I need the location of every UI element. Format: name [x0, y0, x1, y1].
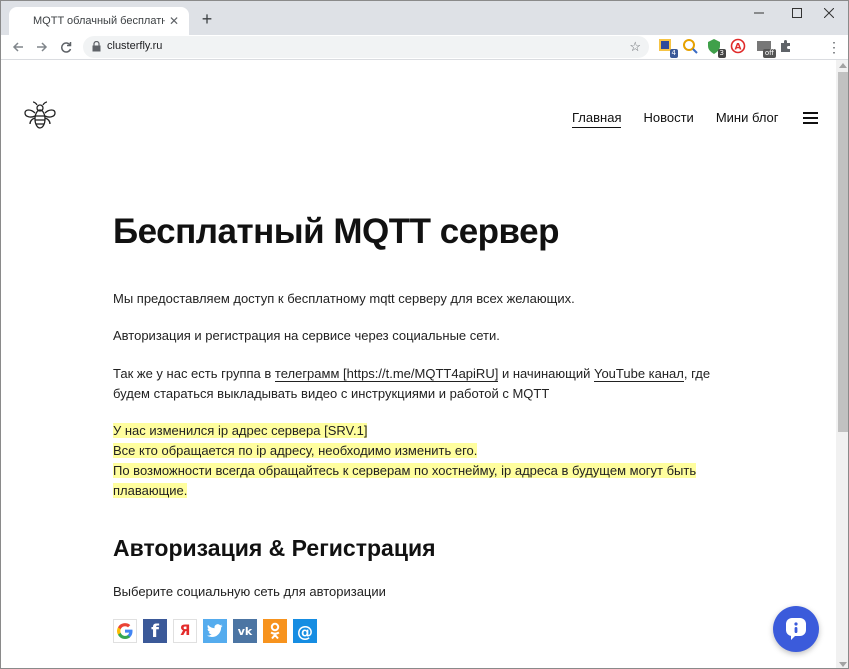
back-arrow-icon	[12, 42, 23, 52]
forward-button[interactable]	[32, 37, 52, 57]
close-window-button[interactable]	[815, 3, 843, 23]
vertical-scrollbar[interactable]	[836, 60, 848, 668]
facebook-icon: f	[151, 620, 159, 642]
extension-3-icon[interactable]: 3	[706, 38, 726, 58]
mail-at-icon: @	[297, 621, 313, 641]
forward-arrow-icon	[37, 42, 48, 52]
tab-title: MQTT облачный бесплатный се	[33, 15, 165, 27]
extension-5-icon[interactable]: off	[756, 38, 776, 58]
tab-close-icon[interactable]: ✕	[167, 14, 181, 28]
extension-3-badge: 3	[717, 49, 726, 58]
vk-login-button[interactable]: vk	[233, 619, 257, 643]
chat-widget-button[interactable]	[773, 606, 819, 652]
address-bar[interactable]: clusterfly.ru ☆	[83, 36, 649, 58]
hamburger-menu-icon[interactable]	[803, 112, 818, 124]
youtube-link[interactable]: YouTube канал	[593, 366, 684, 382]
auth-paragraph: Авторизация и регистрация на сервисе чер…	[113, 328, 500, 343]
minimize-button[interactable]	[745, 3, 773, 23]
notice-line-2: Все кто обращается по ip адресу, необход…	[113, 443, 478, 458]
extension-2-icon[interactable]	[682, 38, 699, 55]
odnoklassniki-icon	[270, 622, 280, 640]
twitter-bird-icon	[207, 624, 223, 638]
back-button[interactable]	[8, 37, 28, 57]
tab-strip: MQTT облачный бесплатный се ✕ +	[1, 1, 848, 35]
social-login-list: f Я vk @	[113, 619, 317, 643]
bookmark-star-icon[interactable]: ☆	[629, 39, 641, 55]
scroll-thumb[interactable]	[838, 72, 848, 432]
page-title: Бесплатный MQTT сервер	[113, 212, 559, 251]
page-viewport: Главная Новости Мини блог Бесплатный MQT…	[1, 60, 836, 668]
extension-4-icon[interactable]: A	[730, 38, 747, 55]
scroll-up-arrow-icon[interactable]	[839, 63, 847, 68]
intro-paragraph: Мы предоставляем доступ к бесплатному mq…	[113, 291, 575, 306]
nav-item-home[interactable]: Главная	[572, 110, 622, 128]
extension-1-icon[interactable]: 4	[658, 38, 678, 58]
bee-logo-icon[interactable]	[23, 100, 57, 134]
browser-toolbar: clusterfly.ru ☆ 4 3 A off ⋮	[1, 35, 848, 59]
reload-icon	[61, 42, 72, 53]
maximize-button[interactable]	[783, 3, 811, 23]
scroll-down-arrow-icon[interactable]	[839, 662, 847, 667]
nav-item-news[interactable]: Новости	[643, 110, 693, 128]
notice-block: У нас изменился ip адрес сервера [SRV.1]…	[113, 421, 713, 501]
url-text: clusterfly.ru	[107, 40, 163, 52]
community-paragraph: Так же у нас есть группа в телеграмм [ht…	[113, 364, 723, 404]
svg-text:A: A	[735, 43, 742, 53]
vk-icon: vk	[237, 624, 253, 638]
extension-1-badge: 4	[669, 49, 678, 58]
maximize-icon	[792, 8, 802, 18]
notice-line-3: По возможности всегда обращайтесь к серв…	[113, 463, 697, 498]
facebook-login-button[interactable]: f	[143, 619, 167, 643]
puzzle-extensions-icon[interactable]	[778, 38, 795, 55]
auth-section-heading: Авторизация & Регистрация	[113, 535, 436, 561]
mail-login-button[interactable]: @	[293, 619, 317, 643]
google-icon	[117, 623, 133, 639]
text-span: Так же у нас есть группа в	[113, 366, 275, 381]
twitter-login-button[interactable]	[203, 619, 227, 643]
minimize-icon	[754, 12, 764, 14]
choose-social-text: Выберите социальную сеть для авторизации	[113, 584, 386, 599]
site-navigation: Главная Новости Мини блог	[572, 110, 779, 128]
extension-5-badge: off	[762, 49, 776, 58]
new-tab-button[interactable]: +	[197, 9, 217, 29]
nav-item-mini-blog[interactable]: Мини блог	[716, 110, 779, 128]
odnoklassniki-login-button[interactable]	[263, 619, 287, 643]
chat-bubble-icon	[786, 618, 806, 640]
close-icon	[824, 8, 834, 18]
notice-line-1: У нас изменился ip адрес сервера [SRV.1]	[113, 423, 368, 438]
yandex-login-button[interactable]: Я	[173, 619, 197, 643]
google-login-button[interactable]	[113, 619, 137, 643]
browser-tab[interactable]: MQTT облачный бесплатный се ✕	[9, 7, 189, 35]
reload-button[interactable]	[56, 37, 76, 57]
telegram-link[interactable]: телеграмм [https://t.me/MQTT4apiRU]	[274, 366, 499, 382]
yandex-icon: Я	[179, 623, 191, 639]
text-span: и начинающий	[498, 366, 594, 381]
browser-window: MQTT облачный бесплатный се ✕ + clusterf…	[0, 0, 849, 669]
browser-menu-icon[interactable]: ⋮	[827, 39, 841, 55]
lock-icon	[92, 41, 101, 52]
